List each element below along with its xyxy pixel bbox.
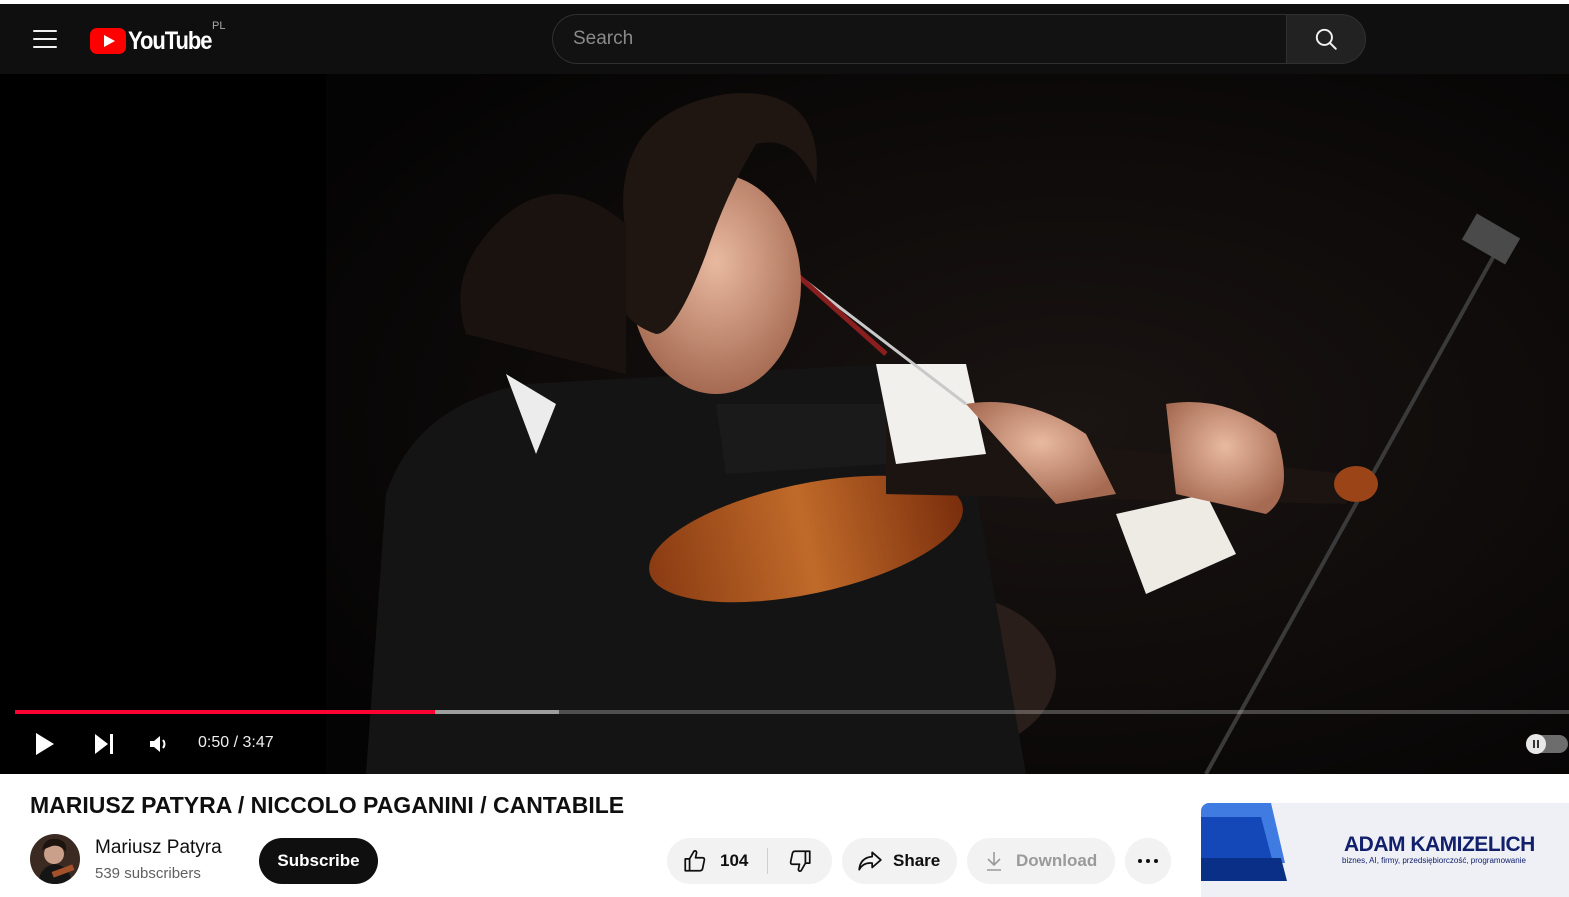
hamburger-menu-icon[interactable] — [26, 20, 64, 58]
play-button[interactable] — [26, 726, 62, 762]
progress-played — [15, 710, 435, 714]
like-count: 104 — [720, 851, 749, 870]
ad-logo-shape — [1201, 803, 1287, 881]
download-icon — [987, 852, 1001, 871]
time-display: 0:50 / 3:47 — [198, 734, 274, 751]
subscribe-button[interactable]: Subscribe — [259, 838, 378, 884]
more-horizontal-icon — [1138, 859, 1158, 863]
like-dislike-group: 104 — [667, 838, 832, 884]
progress-bar[interactable] — [15, 710, 1569, 714]
next-button[interactable] — [86, 726, 122, 762]
mute-button[interactable] — [142, 726, 176, 762]
download-label: Download — [1016, 851, 1098, 870]
download-button[interactable]: Download — [967, 838, 1115, 884]
video-player[interactable]: 0:50 / 3:47 — [0, 74, 1569, 774]
search-input[interactable] — [553, 15, 1287, 63]
thumbs-up-icon — [684, 850, 706, 872]
masthead: YouTube PL — [0, 4, 1569, 74]
play-icon — [36, 733, 54, 755]
share-icon — [858, 851, 882, 871]
youtube-logo[interactable]: YouTube — [90, 26, 223, 56]
share-button[interactable]: Share — [842, 838, 957, 884]
more-actions-button[interactable] — [1125, 838, 1171, 884]
search-box — [552, 14, 1287, 64]
autoplay-toggle[interactable] — [1526, 734, 1568, 754]
search-icon — [1315, 28, 1337, 50]
ad-banner[interactable]: ADAM KAMIZELICH biznes, AI, firmy, przed… — [1201, 803, 1569, 897]
volume-icon — [150, 736, 166, 752]
ad-tagline: biznes, AI, firmy, przedsiębiorczość, pr… — [1342, 856, 1526, 865]
like-button[interactable]: 104 — [667, 838, 767, 884]
thumbs-down-icon — [789, 850, 811, 872]
search-button[interactable] — [1286, 14, 1366, 64]
video-title: MARIUSZ PATYRA / NICCOLO PAGANINI / CANT… — [30, 792, 625, 818]
video-frame — [326, 74, 1569, 774]
share-label: Share — [893, 851, 941, 870]
channel-name[interactable]: Mariusz Patyra — [95, 837, 222, 859]
country-code: PL — [212, 20, 226, 32]
dislike-button[interactable] — [768, 838, 832, 884]
pause-icon — [1526, 734, 1546, 754]
subscriber-count: 539 subscribers — [95, 865, 201, 882]
youtube-play-logo-icon — [90, 28, 126, 54]
avatar-image — [30, 834, 80, 884]
ad-brand-name: ADAM KAMIZELICH — [1344, 833, 1535, 856]
next-icon — [95, 734, 113, 754]
logo-text: YouTube — [128, 26, 213, 55]
channel-avatar[interactable] — [30, 834, 80, 884]
